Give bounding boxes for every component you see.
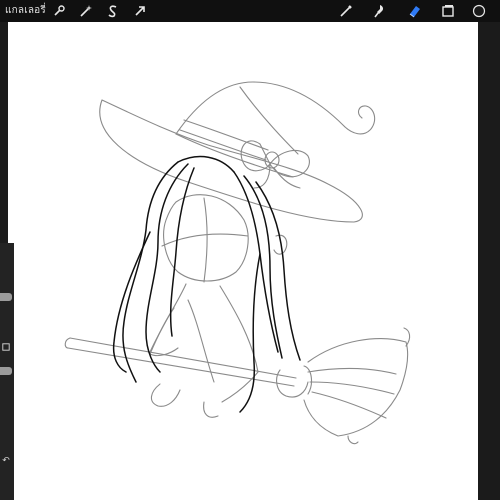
modify-button[interactable] (1, 341, 11, 353)
gallery-button[interactable]: แกลเลอรี่ (5, 3, 46, 18)
wrench-icon[interactable] (50, 2, 68, 20)
transform-arrow-icon[interactable] (131, 2, 149, 20)
brush-icon[interactable] (337, 2, 355, 20)
selection-icon[interactable] (104, 2, 122, 20)
top-toolbar: แกลเลอรี่ (0, 0, 500, 22)
opacity-slider[interactable] (0, 367, 12, 375)
magic-wand-icon[interactable] (77, 2, 95, 20)
color-swatch-icon[interactable] (470, 2, 488, 20)
witch-on-broom-sketch (64, 81, 411, 445)
undo-button[interactable]: ↶ (1, 455, 11, 467)
undo-icon: ↶ (2, 456, 10, 466)
smudge-icon[interactable] (371, 2, 389, 20)
brush-size-slider[interactable] (0, 293, 12, 301)
layers-icon[interactable] (439, 2, 457, 20)
eraser-icon[interactable] (405, 2, 423, 20)
side-panel: ↶ (0, 243, 14, 500)
drawing-canvas[interactable] (8, 22, 478, 500)
